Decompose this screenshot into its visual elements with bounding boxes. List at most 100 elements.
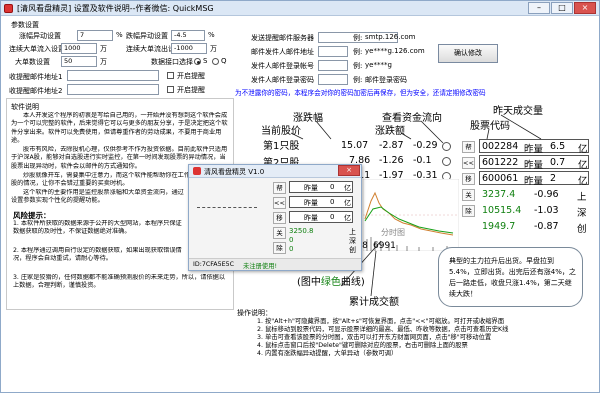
mail2-alert-checkbox[interactable] [167,86,174,93]
rise-alert-label: 涨幅异动设置 [19,32,61,40]
mail-password-example: 邮件登录密码 [365,76,407,84]
mail-sender-ex-label: 例: [353,48,363,56]
vol-label: 昨量 [524,144,544,155]
fall-alert-input[interactable]: -4.5 [171,30,205,41]
source-opt-q: Q [221,57,227,65]
bigorder-input[interactable]: 50 [61,56,97,67]
help-button[interactable]: 帮 [462,141,475,153]
mini-code-row[interactable]: 昨量 0 亿 [289,181,353,193]
fall-alert-unit: % [208,31,215,39]
index-row: 1949.7 -0.87 创 [482,221,594,237]
maximize-button[interactable]: □ [551,2,573,14]
mini-window[interactable]: 清风看盘精灵 V1.0 × 帮 << 移 关 除 昨量 0 亿 昨量 0 亿 昨… [188,164,362,271]
source-label: 数据接口选择 [151,58,193,66]
bigorder-unit: 万 [100,58,107,66]
analysis-text: 典型的主力拉升后出货。早盘拉到5.4%，立即出货。出完后还有涨4%，之后一路走低… [449,257,576,298]
ann-buy1: 第1只股 [263,141,300,152]
mail-account-label: 发件人邮件登录帐号 [251,62,314,70]
source-opt-s: S [203,57,208,65]
app-icon [4,4,13,13]
vol-unit: 亿 [578,160,588,171]
mail-server-example: smtp.126.com [365,33,416,41]
password-notice: 为不泄露你的密码，本程序会对你的密码加密后再保存，但为安全，还请定期修改密码 [235,89,486,97]
mini-code-row[interactable]: 昨量 0 亿 [289,211,353,223]
ops-line: 1. 按"Alt+h"可隐藏界面，按"Alt+s"可恢复界面，点击"<<"可缩放… [257,318,505,325]
ops-heading: 操作说明： [237,309,272,317]
code-table: 002284 昨量 6.5 亿 601222 昨量 0.7 亿 600061 昨… [479,137,594,187]
mini-close-button[interactable]: × [338,165,360,176]
mini-delete-button[interactable]: 除 [273,242,286,254]
mini-window-title: 清风看盘精灵 V1.0 [204,168,265,176]
index-name: 上 [577,192,587,203]
inflow-unit: 万 [100,45,107,53]
mini-vol-label: 昨量 [304,184,318,192]
index-value: 1949.7 [482,221,516,232]
inflow-input[interactable]: 1000 [61,43,97,54]
ann-green-line: (图中绿色曲线) [297,273,365,288]
index-row: 3237.4 -0.96 上 [482,189,594,205]
ann-green-word: 绿色 [320,277,341,288]
rise-alert-input[interactable]: 7 [77,30,113,41]
outflow-input[interactable]: -1000 [171,43,207,54]
arrow-cum-vol [370,250,377,297]
mini-code-row[interactable]: 昨量 0 亿 [289,196,353,208]
mini-collapse-button[interactable]: << [273,197,286,209]
ops-line: 4. 内置有涨跌幅异动提醒，大单异动（参数可调） [257,350,398,357]
risk-tip-3: 3. 庄家是狡猾的，任何数据都不能准确预测股价的未来走势，所以，请依据以上数据，… [13,274,226,290]
code-row[interactable]: 600061 昨量 2 亿 [479,171,589,187]
side-buttons: 帮 << 移 关 除 [462,137,476,217]
manual-heading: 软件说明 [11,103,39,111]
mail-password-label: 发件人邮件登录密码 [251,76,314,84]
rise-alert-unit: % [116,31,123,39]
mail-sender-input[interactable] [318,46,348,57]
stock-amount: -0.1 [413,155,432,166]
stock-rise: -2.87 [379,140,404,151]
mail1-alert-checkbox[interactable] [167,72,174,79]
fund-flow-radio-1[interactable] [442,142,451,151]
mini-window-titlebar[interactable]: 清风看盘精灵 V1.0 × [189,165,361,178]
mail-account-ex-label: 例: [353,62,363,70]
collapse-button[interactable]: << [462,157,475,169]
mail-server-ex-label: 例: [353,34,363,42]
mini-vol-value: 0 [330,213,335,221]
mail2-label: 收提醒邮件地址2 [9,87,63,95]
source-radio-s[interactable] [194,58,201,65]
outflow-unit: 万 [210,45,217,53]
mail-account-input[interactable] [318,60,348,71]
close-monitor-button[interactable]: 关 [462,189,475,201]
mini-app-icon [193,167,201,175]
save-settings-button[interactable]: 确认修改 [438,44,498,63]
mini-close-monitor-button[interactable]: 关 [273,227,286,239]
ann-green-prefix: (图中 [297,277,321,288]
stock-price: 15.07 [341,140,369,151]
source-radio-q[interactable] [212,58,219,65]
fund-flow-radio-2[interactable] [442,157,451,166]
mini-index-value: 3250.8 [289,227,314,235]
mini-move-button[interactable]: 移 [273,212,286,224]
code-row[interactable]: 601222 昨量 0.7 亿 [479,155,589,171]
mini-device-id: ID:7CFA5E5C [193,261,234,268]
mail-password-ex-label: 例: [353,76,363,84]
delete-button[interactable]: 除 [462,205,475,217]
index-change: -0.87 [534,221,559,232]
index-name: 创 [577,224,587,235]
index-change: -1.03 [534,205,559,216]
index-name: 深 [577,208,587,219]
mail2-input[interactable] [67,84,159,95]
close-button[interactable]: × [574,2,596,14]
mail-password-input[interactable] [318,74,348,85]
move-button[interactable]: 移 [462,173,475,185]
chart-hint: 分时图 [381,228,405,237]
mini-index-name: 创 [349,246,356,254]
index-row: 10515.4 -1.03 深 [482,205,594,221]
mail1-input[interactable] [67,70,159,81]
code-row[interactable]: 002284 昨量 6.5 亿 [479,139,589,155]
stock-row[interactable]: 15.07 -2.87 -0.29 [301,140,438,156]
ann-price: 当前股价 [261,126,301,137]
mini-vol-value: 0 [330,198,335,206]
mini-help-button[interactable]: 帮 [273,182,286,194]
minimize-button[interactable]: – [528,2,550,14]
stock-amount: -0.29 [413,140,438,151]
stock-rise: -1.26 [379,155,404,166]
stock-code: 600061 [482,173,519,184]
